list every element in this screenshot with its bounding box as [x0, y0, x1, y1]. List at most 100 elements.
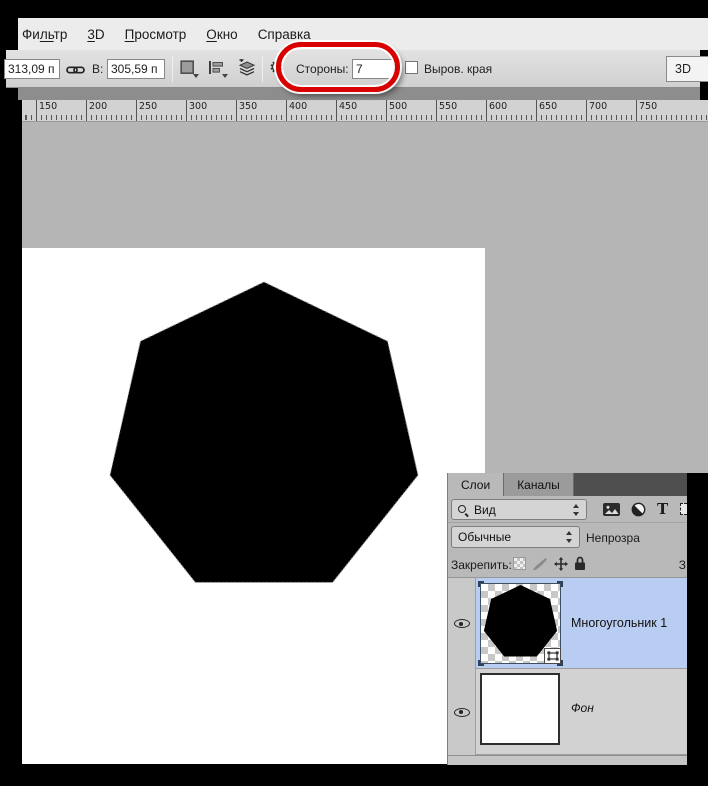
visibility-toggle[interactable] [448, 578, 476, 669]
filter-adjustment-layers-icon[interactable] [631, 502, 646, 520]
ruler-major-tick [636, 100, 637, 121]
blend-mode-dropdown[interactable]: Обычные [451, 526, 580, 548]
canvas-artwork [109, 281, 419, 583]
filter-kind-value: Вид [474, 502, 496, 517]
ruler-tick-label: 200 [89, 101, 108, 112]
menu-bar: Фильтр 3D Просмотр Окно Справка [18, 18, 708, 50]
vector-shape-badge-icon [544, 648, 561, 664]
ruler-major-tick [186, 100, 187, 121]
visibility-toggle[interactable] [448, 669, 476, 755]
ruler-tick-label: 500 [389, 101, 408, 112]
cropped-black-area [687, 473, 708, 786]
path-alignment-icon[interactable] [208, 60, 228, 80]
tab-layers[interactable]: Слои [448, 473, 504, 496]
opacity-label: Непрозра [586, 531, 640, 545]
dropdown-caret-icon [222, 74, 228, 78]
lock-row: Закрепить: З [448, 552, 687, 578]
lock-all-padlock-icon[interactable] [574, 556, 586, 574]
layer-row-background[interactable]: Фон [448, 669, 687, 755]
panel-bottom-strip [448, 755, 687, 765]
tool-options-bar: В: ⚙ Стороны: Выро [4, 50, 708, 88]
menu-help[interactable]: Справка [258, 27, 311, 42]
ruler-tick-label: 250 [139, 101, 158, 112]
lock-transparency-icon[interactable] [513, 557, 526, 570]
menu-window[interactable]: Окно [206, 27, 237, 42]
path-arrangement-icon[interactable] [236, 58, 257, 82]
3d-mode-button[interactable]: 3D [666, 56, 708, 82]
separator [172, 56, 173, 82]
panel-tab-bar: Слои Каналы [448, 473, 687, 496]
shape-height-label: В: [92, 62, 104, 76]
ruler-tick-label: 150 [39, 101, 58, 112]
layer-name: Фон [571, 701, 594, 715]
ruler-tick-label: 600 [489, 101, 508, 112]
layer-list: Многоугольник 1 Фон [448, 578, 687, 755]
ruler-tick-label: 300 [189, 101, 208, 112]
thumbnail-corner-icon [557, 581, 563, 587]
gear-icon[interactable]: ⚙ [269, 59, 284, 76]
document-canvas[interactable] [22, 248, 485, 764]
filter-pixel-layers-icon[interactable] [603, 503, 620, 519]
ruler-tick-label: 400 [289, 101, 308, 112]
ruler-tick-label: 350 [239, 101, 258, 112]
tab-channels[interactable]: Каналы [503, 473, 574, 496]
layer-thumbnail-background[interactable] [480, 673, 560, 745]
ruler-tick-label: 750 [639, 101, 658, 112]
lock-position-move-icon[interactable] [554, 557, 568, 574]
blend-mode-value: Обычные [458, 530, 512, 544]
layer-filter-row: Вид T [448, 496, 687, 523]
ruler-tick-label: 550 [439, 101, 458, 112]
sides-label: Стороны: [296, 62, 349, 76]
document-tab-strip [18, 88, 700, 100]
visibility-eye-icon [453, 707, 470, 717]
ruler-major-tick [36, 100, 37, 121]
shape-width-field[interactable] [4, 59, 60, 79]
lock-label: Закрепить: [451, 558, 512, 572]
menu-3d[interactable]: 3D [87, 27, 104, 42]
updown-arrows-icon [573, 503, 580, 516]
filter-shape-layers-icon[interactable] [680, 503, 687, 515]
heptagon-shape[interactable] [109, 281, 419, 583]
blend-mode-row: Обычные Непрозра [448, 523, 687, 552]
photoshop-window: Фильтр 3D Просмотр Окно Справка В: [0, 0, 708, 786]
ruler-major-tick [436, 100, 437, 121]
path-operations-icon[interactable] [180, 60, 199, 80]
ruler-tick-label: 450 [339, 101, 358, 112]
ruler-major-tick [586, 100, 587, 121]
ruler-major-tick [136, 100, 137, 121]
layer-row-body[interactable]: Фон [476, 669, 687, 755]
separator [262, 56, 263, 82]
filter-kind-dropdown[interactable]: Вид [451, 499, 587, 520]
ruler-major-tick [286, 100, 287, 121]
ruler-major-tick [486, 100, 487, 121]
filter-type-layers-icon[interactable]: T [657, 500, 668, 518]
link-dimensions-icon[interactable] [66, 63, 85, 81]
search-icon [458, 504, 468, 515]
layers-panel: Слои Каналы Вид T Обычные Непрозра Закре… [447, 473, 687, 765]
ruler-major-tick [386, 100, 387, 121]
align-edges-checkbox[interactable] [405, 61, 418, 74]
layer-row-body[interactable]: Многоугольник 1 [476, 578, 687, 669]
thumbnail-corner-icon [478, 660, 484, 666]
layer-thumbnail-shape[interactable] [478, 581, 563, 666]
sides-field[interactable] [352, 59, 394, 79]
ruler: 150 200 250 300 350 400 450 500 550 600 650 700 750 [22, 100, 708, 122]
ruler-tick-label: 650 [539, 101, 558, 112]
align-edges-label: Выров. края [424, 62, 493, 76]
lock-pixels-brush-icon[interactable] [532, 557, 548, 574]
shape-height-field[interactable] [107, 59, 165, 79]
ruler-major-tick [86, 100, 87, 121]
updown-arrows-icon [566, 531, 573, 543]
ruler-tick-label: 700 [589, 101, 608, 112]
ruler-major-tick [536, 100, 537, 121]
ruler-major-tick [236, 100, 237, 121]
thumbnail-corner-icon [478, 581, 484, 587]
dropdown-caret-icon [193, 74, 199, 78]
menu-view[interactable]: Просмотр [125, 27, 187, 42]
layer-name: Многоугольник 1 [571, 616, 668, 630]
layer-row-polygon[interactable]: Многоугольник 1 [448, 578, 687, 669]
menu-filter[interactable]: Фильтр [22, 27, 67, 42]
ruler-minor-ticks [22, 115, 708, 120]
ruler-major-tick [336, 100, 337, 121]
visibility-eye-icon [453, 619, 470, 628]
